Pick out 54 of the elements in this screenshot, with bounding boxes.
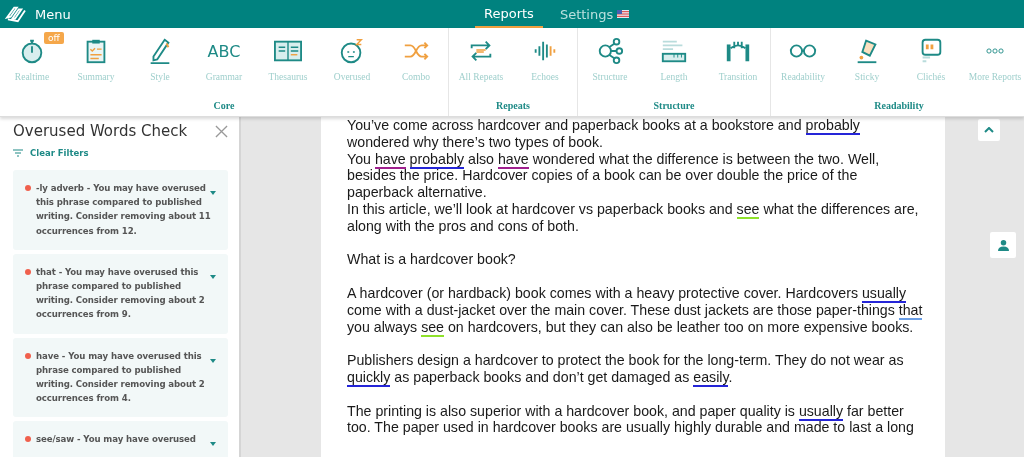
- clear-filters-button[interactable]: Clear Filters: [13, 148, 228, 158]
- issue-card[interactable]: that - You may have overused this phrase compared to published writing. Consider removing about 2 occurrences from 9.: [13, 253, 228, 334]
- chevron-up-icon: [984, 127, 994, 133]
- panel-title: Overused Words Check: [13, 122, 188, 140]
- paragraph: You’ve come across hardcover and paperback books at a bookstore and probably wondered why there’s two types of book.: [347, 117, 861, 151]
- user-icon: [997, 238, 1009, 252]
- group-label: Readability: [873, 100, 925, 113]
- paragraph: What is a hardcover book?: [347, 251, 517, 269]
- issue-text: have - You may have overused this phrase compared to published writing. Consider removing about 2 occurrences from 4.: [36, 349, 206, 406]
- report-button[interactable]: Echoes: [513, 36, 577, 100]
- close-icon[interactable]: [215, 124, 228, 138]
- issue-card[interactable]: -ly adverb - You may have overused this phrase compared to published writing. Consider removing about 11 occurrences from 12.: [13, 170, 228, 250]
- report-button[interactable]: Thesaurus: [256, 36, 320, 100]
- filter-icon: [13, 149, 23, 157]
- caret-icon[interactable]: [210, 358, 216, 363]
- report-button[interactable]: Style: [128, 36, 192, 100]
- node-graph-icon: [596, 37, 624, 65]
- caret-icon[interactable]: [210, 274, 216, 279]
- report-button[interactable]: Summary: [64, 36, 128, 100]
- paragraph: In this article, we’ll look at hardcover vs paperback books and see what the differences are, along with the pros and cons of both.: [347, 201, 920, 235]
- group-label: Core: [212, 100, 236, 113]
- report-button[interactable]: All Repeats: [449, 36, 513, 100]
- report-button[interactable]: Clichés: [899, 36, 963, 100]
- abc-icon: ABC: [207, 41, 241, 61]
- caret-icon[interactable]: [210, 442, 216, 447]
- report-button[interactable]: Overused: [320, 36, 384, 100]
- nav-tab[interactable]: Settings: [550, 0, 639, 28]
- menu-button[interactable]: Menu: [35, 6, 71, 22]
- report-button[interactable]: More Reports: [963, 36, 1024, 100]
- issue-card[interactable]: have - You may have overused this phrase compared to published writing. Consider removing about 2 occurrences from 4.: [13, 337, 228, 418]
- paragraph: You have probably also have wondered what the difference is between the two. Well, besides the price. Hardcover copies of a book can be over double the price of the paperback alternative.: [347, 150, 881, 201]
- more-icon: [986, 47, 1004, 55]
- status-badge: off: [44, 32, 64, 44]
- logo-icon: [5, 5, 27, 23]
- issue-text: see/saw - You may have overused: [36, 433, 197, 447]
- paragraph: Publishers design a hardcover to protect the book for the long-term. They do not wear as quickly as paperback books and don’t get damaged as easily.: [347, 352, 905, 386]
- issue-text: -ly adverb - You may have overused this phrase compared to published writing. Consider removing about 11 occurrences from 12.: [36, 182, 212, 238]
- report-button[interactable]: Transition: [706, 36, 770, 100]
- group-label: Structure: [652, 100, 696, 113]
- issue-text: that - You may have overused this phrase compared to published writing. Consider removing about 2 occurrences from 9.: [36, 265, 206, 322]
- report-button[interactable]: Sticky: [835, 36, 899, 100]
- group-label: Repeats: [495, 100, 531, 113]
- report-button[interactable]: Structure: [578, 36, 642, 100]
- scroll-up-button[interactable]: [978, 119, 1000, 141]
- issue-card[interactable]: see/saw - You may have overused: [13, 421, 228, 457]
- report-button[interactable]: ABC Grammar: [192, 36, 256, 100]
- paragraph: The printing is also superior with a hardcover book, and paper quality is usually far better too. The paper used in hardcover books are usually highly durable and made to last a long: [347, 402, 915, 437]
- sleepy-face-icon: [338, 37, 366, 65]
- caret-icon[interactable]: [210, 191, 216, 195]
- report-button[interactable]: Combo: [384, 36, 448, 100]
- report-button[interactable]: Length: [642, 36, 706, 100]
- paragraph: A hardcover (or hardback) book comes with a heavy protective cover. Hardcovers usually come with a dust-jacket over the main cover. These dust jackets are those paper-things that you always see on hardcovers, but they can also be leather too on more expensive books.: [347, 284, 923, 336]
- report-button[interactable]: Readability: [771, 36, 835, 100]
- user-button[interactable]: [990, 232, 1016, 258]
